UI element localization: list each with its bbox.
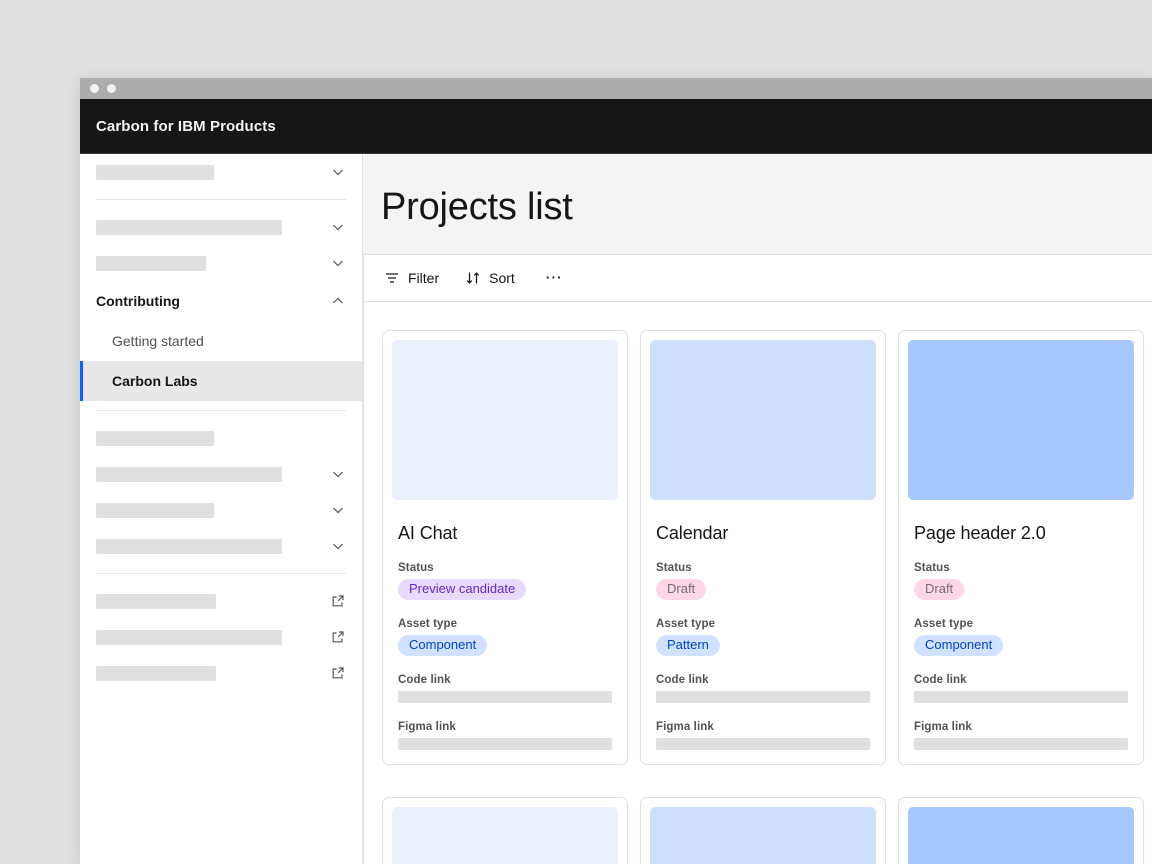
app-body: Contributing Getting started Carbon Labs <box>80 154 1152 864</box>
skeleton-bar <box>96 630 282 645</box>
window-titlebar <box>80 78 1152 99</box>
status-badge: Draft <box>656 579 706 600</box>
sidebar-item-contributing[interactable]: Contributing <box>80 281 362 321</box>
code-link-placeholder[interactable] <box>398 691 612 703</box>
sidebar-item-getting-started[interactable]: Getting started <box>80 321 362 361</box>
project-thumbnail <box>908 340 1134 500</box>
sidebar-external-link-3[interactable] <box>80 655 362 691</box>
asset-type-badge: Component <box>914 635 1003 656</box>
projects-toolbar: Filter Sort ⋯ <box>364 255 1152 302</box>
asset-type-label: Asset type <box>398 618 618 630</box>
page-title: Projects list <box>363 154 1152 229</box>
sidebar-external-link-1[interactable] <box>80 583 362 619</box>
asset-type-label: Asset type <box>656 618 876 630</box>
skeleton-bar <box>96 503 214 518</box>
code-link-label: Code link <box>656 674 876 686</box>
skeleton-bar <box>96 165 214 180</box>
skeleton-bar <box>96 431 214 446</box>
sidebar-divider <box>96 199 346 200</box>
chevron-up-icon[interactable] <box>330 293 346 309</box>
chevron-down-icon[interactable] <box>330 164 346 180</box>
project-card[interactable] <box>898 797 1144 864</box>
external-link-icon[interactable] <box>330 593 346 609</box>
status-badge: Preview candidate <box>398 579 526 600</box>
app-header: Carbon for IBM Products <box>80 99 1152 154</box>
skeleton-bar <box>96 539 282 554</box>
projects-card-grid: AI Chat Status Preview candidate Asset t… <box>364 302 1152 864</box>
sidebar-external-link-2[interactable] <box>80 619 362 655</box>
code-link-placeholder[interactable] <box>914 691 1128 703</box>
filter-icon <box>384 270 400 286</box>
project-thumbnail <box>392 340 618 500</box>
sort-label: Sort <box>489 270 515 286</box>
project-thumbnail <box>650 340 876 500</box>
project-thumbnail <box>908 807 1134 864</box>
sidebar-divider <box>96 573 346 574</box>
main-content: Projects list Filter Sort <box>363 154 1152 864</box>
projects-panel: Filter Sort ⋯ AI Chat S <box>363 254 1152 864</box>
project-thumbnail <box>392 807 618 864</box>
sort-icon <box>465 270 481 286</box>
status-label: Status <box>914 562 1134 574</box>
project-card[interactable]: AI Chat Status Preview candidate Asset t… <box>382 330 628 765</box>
window-dot-1[interactable] <box>90 84 99 93</box>
overflow-menu-icon[interactable]: ⋯ <box>539 270 569 286</box>
sidebar-skeleton-group-7[interactable] <box>80 528 362 564</box>
external-link-icon[interactable] <box>330 665 346 681</box>
sidebar-nav: Contributing Getting started Carbon Labs <box>80 154 363 864</box>
project-title: Calendar <box>656 523 876 544</box>
skeleton-bar <box>96 220 282 235</box>
chevron-down-icon[interactable] <box>330 255 346 271</box>
skeleton-bar <box>96 594 216 609</box>
sidebar-divider <box>96 410 346 411</box>
sort-button[interactable]: Sort <box>463 266 517 290</box>
status-badge: Draft <box>914 579 964 600</box>
sidebar-skeleton-group-4[interactable] <box>80 420 362 456</box>
skeleton-bar <box>96 256 206 271</box>
filter-label: Filter <box>408 270 439 286</box>
project-card[interactable] <box>382 797 628 864</box>
skeleton-bar <box>96 467 282 482</box>
sidebar-item-label: Getting started <box>96 333 204 349</box>
chevron-down-icon[interactable] <box>330 219 346 235</box>
sidebar-skeleton-group-3[interactable] <box>80 245 362 281</box>
project-title: AI Chat <box>398 523 618 544</box>
status-label: Status <box>656 562 876 574</box>
external-link-icon[interactable] <box>330 629 346 645</box>
project-card[interactable]: Calendar Status Draft Asset type Pattern… <box>640 330 886 765</box>
sidebar-item-carbon-labs[interactable]: Carbon Labs <box>80 361 362 401</box>
sidebar-item-label: Contributing <box>96 293 180 309</box>
window-dot-2[interactable] <box>107 84 116 93</box>
project-thumbnail <box>650 807 876 864</box>
code-link-placeholder[interactable] <box>656 691 870 703</box>
figma-link-label: Figma link <box>656 721 876 733</box>
figma-link-placeholder[interactable] <box>656 738 870 750</box>
project-card[interactable] <box>640 797 886 864</box>
chevron-down-icon[interactable] <box>330 538 346 554</box>
browser-window: Carbon for IBM Products <box>80 78 1152 864</box>
figma-link-placeholder[interactable] <box>914 738 1128 750</box>
sidebar-skeleton-group-1[interactable] <box>80 154 362 190</box>
asset-type-badge: Pattern <box>656 635 720 656</box>
asset-type-label: Asset type <box>914 618 1134 630</box>
chevron-down-icon[interactable] <box>330 466 346 482</box>
figma-link-placeholder[interactable] <box>398 738 612 750</box>
asset-type-badge: Component <box>398 635 487 656</box>
skeleton-bar <box>96 666 216 681</box>
status-label: Status <box>398 562 618 574</box>
sidebar-item-label: Carbon Labs <box>99 373 198 389</box>
chevron-down-icon[interactable] <box>330 502 346 518</box>
project-title: Page header 2.0 <box>914 523 1134 544</box>
sidebar-skeleton-group-6[interactable] <box>80 492 362 528</box>
figma-link-label: Figma link <box>914 721 1134 733</box>
code-link-label: Code link <box>398 674 618 686</box>
project-card[interactable]: Page header 2.0 Status Draft Asset type … <box>898 330 1144 765</box>
filter-button[interactable]: Filter <box>382 266 441 290</box>
app-title: Carbon for IBM Products <box>96 118 276 135</box>
sidebar-skeleton-group-5[interactable] <box>80 456 362 492</box>
figma-link-label: Figma link <box>398 721 618 733</box>
sidebar-skeleton-group-2[interactable] <box>80 209 362 245</box>
code-link-label: Code link <box>914 674 1134 686</box>
